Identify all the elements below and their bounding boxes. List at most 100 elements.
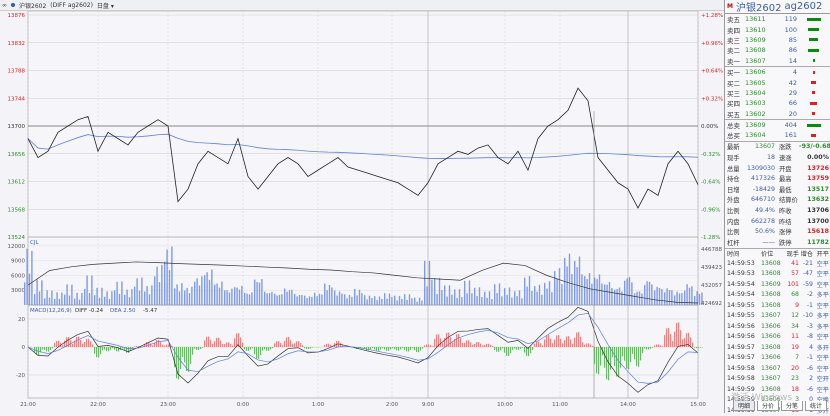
- macd-histogram-bar: [472, 345, 473, 347]
- tick-row[interactable]: 14:59:541360868-2多平: [725, 290, 830, 301]
- book-row[interactable]: 卖五13611119: [725, 14, 830, 24]
- volume-bar: [244, 293, 245, 305]
- tick-row[interactable]: 14:59:531360841-21空平: [725, 258, 830, 269]
- book-volume-bar: [808, 49, 818, 52]
- stat-label: 比例: [727, 206, 743, 215]
- volume-bar: [656, 287, 657, 305]
- symbol-code: (DIFF ag2602): [50, 2, 93, 9]
- time-label: 0:00: [237, 402, 250, 408]
- book-row[interactable]: 卖二1360886: [725, 45, 830, 55]
- macd-histogram-bar: [92, 344, 93, 347]
- book-row[interactable]: 买三1360429: [725, 88, 830, 98]
- volume-bar: [496, 293, 497, 305]
- link-icon[interactable]: ∞: [2, 2, 7, 9]
- intraday-chart[interactable]: 13876+1.28%13832+0.96%13788+0.64%13744+0…: [0, 11, 725, 413]
- volume-bar: [539, 285, 540, 305]
- macd-histogram-bar: [640, 347, 641, 360]
- time-label: 9:00: [422, 402, 435, 408]
- macd-histogram-bar: [586, 344, 587, 347]
- tab-0[interactable]: 明细: [733, 401, 755, 411]
- tick-row[interactable]: 14:59:57136067-1空平: [725, 353, 830, 364]
- tab-1[interactable]: 分价: [757, 401, 779, 411]
- volume-bar: [624, 281, 625, 305]
- tick-time: 14:59:55: [727, 312, 761, 319]
- tab-3[interactable]: 统计: [805, 401, 827, 411]
- macd-histogram-bar: [306, 347, 307, 349]
- macd-histogram-bar: [532, 347, 533, 350]
- macd-histogram-bar: [52, 347, 53, 348]
- book-row[interactable]: 总卖13609404: [725, 120, 830, 130]
- book-row[interactable]: 买二1360542: [725, 77, 830, 87]
- book-row[interactable]: 卖三1360985: [725, 35, 830, 45]
- tick-row[interactable]: 14:59:55136089-1空平: [725, 300, 830, 311]
- tick-row[interactable]: 14:59:581360720-6空平: [725, 363, 830, 374]
- book-row[interactable]: 买四1360366: [725, 98, 830, 108]
- time-label: 10:00: [497, 402, 513, 408]
- macd-histogram-bar: [376, 347, 377, 351]
- tick-row[interactable]: 14:59:561360634-3多平: [725, 321, 830, 332]
- volume-bar: [529, 276, 530, 305]
- volume-bar: [91, 276, 92, 305]
- tick-row[interactable]: 14:59:561360611-8空平: [725, 332, 830, 343]
- book-row[interactable]: 买一136064: [725, 67, 830, 77]
- volume-bar: [559, 268, 560, 305]
- stat-label: 跌停: [775, 238, 799, 247]
- stat-label: 内盘: [727, 217, 743, 226]
- macd-histogram-bar: [656, 345, 657, 347]
- book-row[interactable]: 买五1360220: [725, 109, 830, 119]
- volume-bar: [566, 266, 567, 305]
- volume-bar: [506, 295, 507, 305]
- macd-histogram-bar: [428, 344, 429, 347]
- volume-bar: [44, 298, 45, 305]
- volume-bar: [181, 283, 182, 305]
- bid-list: 买一136064买二1360542买三1360429买四1360366买五136…: [725, 66, 830, 119]
- volume-bar: [591, 284, 592, 305]
- ticks-header: 时间价位现手增仓开平: [725, 248, 830, 259]
- tick-row[interactable]: 14:59:5713608194多开: [725, 342, 830, 353]
- time-label: 23:00: [160, 402, 176, 408]
- macd-histogram-bar: [106, 347, 107, 351]
- book-row[interactable]: 卖一1360714: [725, 56, 830, 66]
- macd-histogram-bar: [226, 342, 227, 347]
- macd-histogram-bar: [62, 345, 63, 347]
- macd-histogram-bar: [674, 332, 675, 347]
- macd-histogram-bar: [672, 341, 673, 347]
- volume-bar: [64, 295, 65, 305]
- macd-histogram-bar: [658, 344, 659, 347]
- chart-toolbar: ∞ 沪银2602 (DIFF ag2602) 日盘 ▾: [0, 0, 725, 11]
- volume-bar: [239, 290, 240, 305]
- tick-row[interactable]: 14:59:531360857-47空平: [725, 269, 830, 280]
- tick-type: 空平: [813, 259, 829, 268]
- stat-value: 13759: [799, 175, 829, 182]
- macd-histogram-bar: [556, 335, 557, 347]
- tick-row[interactable]: 14:59:5813607232空开: [725, 374, 830, 385]
- tick-type: 多平: [813, 322, 829, 331]
- macd-histogram-bar: [380, 347, 381, 350]
- stat-label: 最高: [775, 174, 799, 183]
- macd-histogram-bar: [598, 347, 599, 374]
- volume-bar: [249, 294, 250, 305]
- tick-oi-change: -47: [799, 270, 813, 277]
- period-select[interactable]: 日盘 ▾: [97, 1, 114, 10]
- tick-row[interactable]: 14:59:551360712-10多平: [725, 311, 830, 322]
- volume-bar: [489, 291, 490, 305]
- tick-type: 空平: [813, 280, 829, 289]
- book-row[interactable]: 总买13604161: [725, 130, 830, 140]
- book-price: 13605: [745, 79, 775, 87]
- volume-bar: [279, 295, 280, 305]
- tab-2[interactable]: 分笔: [781, 401, 803, 411]
- volume-bar: [409, 294, 410, 305]
- pct-tick-label: +0.32%: [701, 96, 723, 102]
- tick-row[interactable]: 14:59:5413609101-59空平: [725, 279, 830, 290]
- volume-bar: [111, 291, 112, 305]
- volume-bar: [551, 292, 552, 305]
- volume-bar: [211, 270, 212, 305]
- stat-value: 13607: [743, 143, 775, 150]
- book-row[interactable]: 卖四13610100: [725, 24, 830, 34]
- volume-bar: [116, 282, 117, 305]
- stat-value: 13632: [799, 196, 829, 203]
- volume-bar: [131, 289, 132, 305]
- volume-bar: [666, 288, 667, 305]
- stat-row: 外盘646710结算价13632: [725, 195, 830, 206]
- macd-histogram-bar: [184, 347, 185, 362]
